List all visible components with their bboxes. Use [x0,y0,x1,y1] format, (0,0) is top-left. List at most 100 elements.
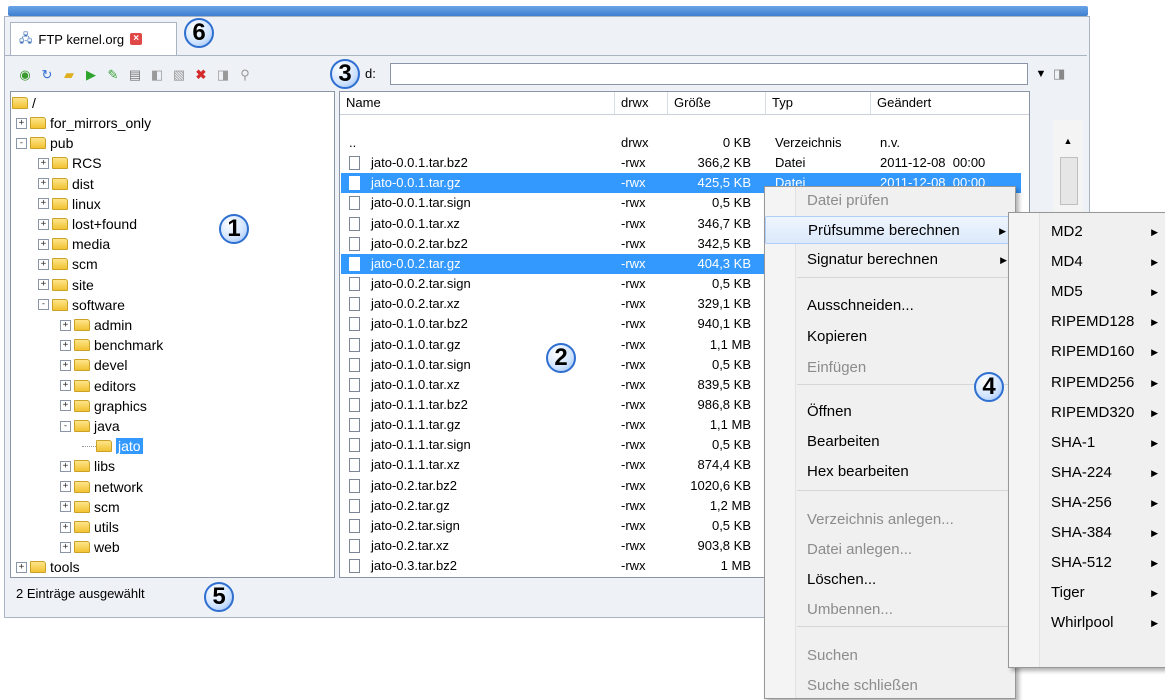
tree-item[interactable]: + libs [60,456,115,476]
tree-item[interactable]: + network [60,477,143,497]
submenu-item[interactable]: SHA-384 ▶ [1009,520,1165,546]
expand-icon[interactable]: + [60,339,71,351]
collapse-icon[interactable]: - [38,299,49,311]
view-icon[interactable]: ▧ [170,66,188,84]
refresh-icon[interactable]: ↻ [38,66,56,84]
scroll-up-icon[interactable]: ▲ [1060,136,1076,146]
tree-item[interactable]: + tools [16,557,80,577]
column-name[interactable]: Name [340,92,615,114]
tree-item[interactable]: + lost+found [38,214,137,234]
connect-icon[interactable]: ◉ [16,66,34,84]
menu-item[interactable]: Verzeichnis anlegen... [765,506,1015,534]
expand-icon[interactable]: + [38,178,49,190]
submenu-item[interactable]: MD5 ▶ [1009,279,1165,305]
tree-item[interactable]: - software [38,295,125,315]
menu-item[interactable]: Kopieren [765,323,1015,351]
tree-item[interactable]: + media [38,234,110,254]
menu-item[interactable]: Ausschneiden... [765,292,1015,320]
tree-item[interactable]: + dist [38,174,94,194]
expand-icon[interactable]: + [60,380,71,392]
submenu-item[interactable]: MD2 ▶ [1009,219,1165,245]
submenu-item[interactable]: RIPEMD320 ▶ [1009,400,1165,426]
column-type[interactable]: Typ [766,92,871,114]
collapse-icon[interactable]: - [60,420,71,432]
expand-icon[interactable]: + [38,258,49,270]
tree-item[interactable]: + devel [60,355,127,375]
tree-item[interactable]: + scm [38,254,98,274]
menu-item[interactable]: Datei prüfen [765,187,1015,215]
tree-item[interactable]: jato [82,436,143,456]
expand-icon[interactable]: + [38,157,49,169]
submenu-item[interactable]: SHA-512 ▶ [1009,550,1165,576]
path-input[interactable] [390,63,1028,85]
tree-item[interactable]: - pub [16,133,73,153]
tree-item[interactable]: + web [60,537,120,557]
submenu-item[interactable]: RIPEMD256 ▶ [1009,370,1165,396]
menu-item[interactable]: Löschen... [765,566,1015,594]
menu-item[interactable]: Hex bearbeiten [765,458,1015,486]
file-perm: -rwx [621,175,646,191]
column-size[interactable]: Größe [668,92,766,114]
menu-item[interactable]: Bearbeiten [765,428,1015,456]
expand-icon[interactable]: + [60,501,71,513]
column-changed[interactable]: Geändert [871,92,1029,114]
play-icon[interactable]: ▶ [82,66,100,84]
expand-icon[interactable]: + [38,198,49,210]
tree-item[interactable]: + editors [60,376,136,396]
upload-icon[interactable]: ◨ [214,66,232,84]
expand-icon[interactable]: + [38,279,49,291]
submenu-item[interactable]: Whirlpool ▶ [1009,610,1165,636]
expand-icon[interactable]: + [38,218,49,230]
expand-icon[interactable]: + [16,117,27,129]
tree-item[interactable]: + utils [60,517,119,537]
submenu-item[interactable]: RIPEMD160 ▶ [1009,339,1165,365]
tree-item[interactable]: + scm [60,497,120,517]
expand-icon[interactable]: + [60,481,71,493]
menu-item[interactable]: Umbennen... [765,596,1015,624]
tree-root[interactable]: / [12,93,36,113]
delete-icon[interactable]: ✖ [192,66,210,84]
tree-item[interactable]: + benchmark [60,335,163,355]
submenu-item[interactable]: SHA-224 ▶ [1009,460,1165,486]
expand-icon[interactable]: + [38,238,49,250]
submenu-item[interactable]: SHA-256 ▶ [1009,490,1165,516]
submenu-item[interactable]: MD4 ▶ [1009,249,1165,275]
properties-icon[interactable]: ▤ [126,66,144,84]
expand-icon[interactable]: + [60,460,71,472]
column-perm[interactable]: drwx [615,92,668,114]
menu-item[interactable]: Signatur berechnen ▶ [765,246,1015,274]
menu-item[interactable]: Suchen [765,642,1015,670]
close-icon[interactable]: × [130,33,143,45]
disconnect-icon[interactable]: ◧ [148,66,166,84]
expand-icon[interactable]: + [16,561,27,573]
expand-icon[interactable]: + [60,541,71,553]
menu-item[interactable]: Öffnen [765,398,1015,426]
expand-icon[interactable]: + [60,400,71,412]
submenu-item[interactable]: SHA-1 ▶ [1009,430,1165,456]
go-icon[interactable]: ◨ [1053,66,1065,82]
table-row[interactable]: jato-0.0.1.tar.bz2 -rwx 366,2 KB Datei 2011-… [341,153,1021,173]
table-row[interactable]: .. drwx 0 KB Verzeichnis n.v. [341,133,1021,153]
scrollbar-thumb[interactable] [1060,157,1078,205]
tree-item[interactable]: + RCS [38,153,102,173]
new-folder-icon[interactable]: ▰ [60,66,78,84]
tree-item[interactable]: + for_mirrors_only [16,113,151,133]
edit-icon[interactable]: ✎ [104,66,122,84]
collapse-icon[interactable]: - [16,137,27,149]
tree-item[interactable]: - java [60,416,120,436]
tab-ftp-kernel[interactable]: 🖧 FTP kernel.org × [10,22,178,55]
chevron-down-icon[interactable]: ▼ [1033,63,1049,85]
expand-icon[interactable]: + [60,359,71,371]
submenu-item[interactable]: Tiger ▶ [1009,580,1165,606]
tree-item[interactable]: + linux [38,194,101,214]
submenu-item[interactable]: RIPEMD128 ▶ [1009,309,1165,335]
menu-item[interactable]: Suche schließen [765,672,1015,700]
expand-icon[interactable]: + [60,319,71,331]
search-icon[interactable]: ⚲ [236,66,254,84]
tree-item[interactable]: + graphics [60,396,147,416]
tree-item[interactable]: + site [38,275,94,295]
menu-item[interactable]: Datei anlegen... [765,536,1015,564]
menu-item[interactable]: Prüfsumme berechnen ▶ [765,216,1015,244]
tree-item[interactable]: + admin [60,315,132,335]
expand-icon[interactable]: + [60,521,71,533]
